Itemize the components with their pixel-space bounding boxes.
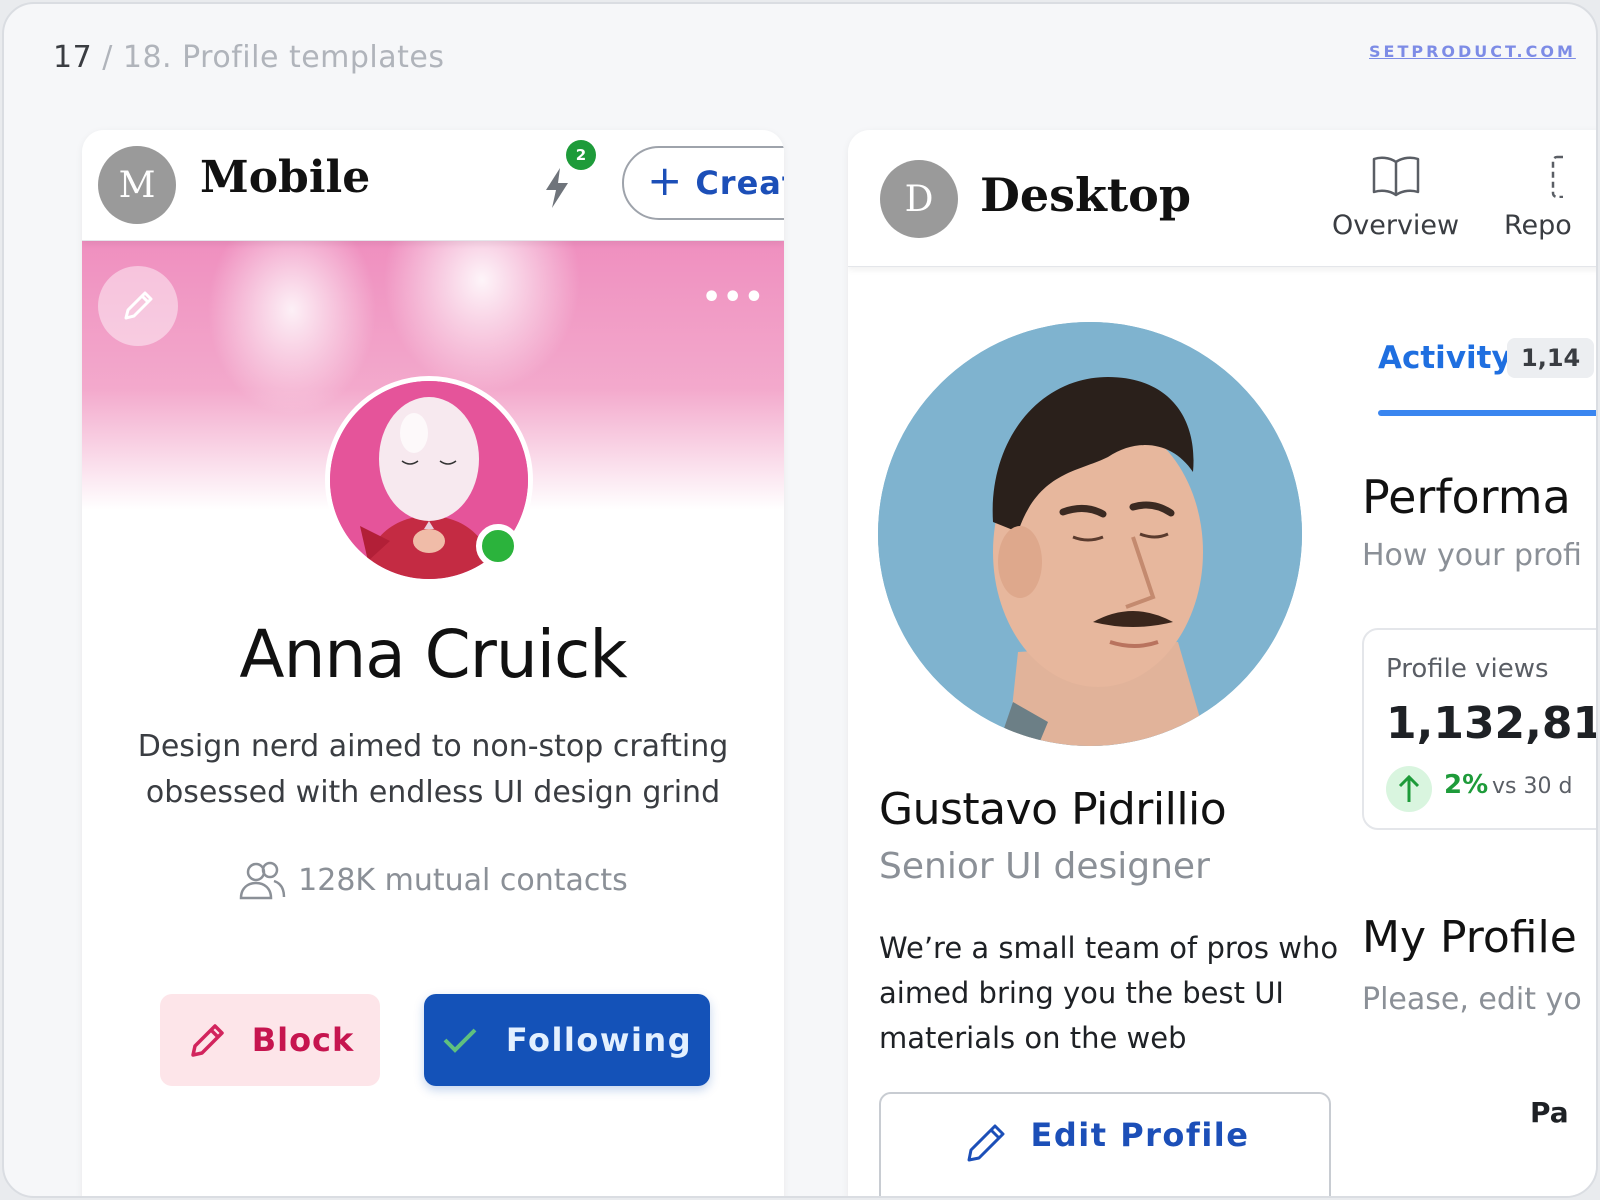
mobile-profile-card: M Mobile 2 + Create ••• xyxy=(82,130,784,1196)
lightning-icon[interactable] xyxy=(544,168,570,212)
more-options-icon[interactable]: ••• xyxy=(702,280,766,315)
breadcrumb-section: 18. Profile templates xyxy=(122,40,445,75)
profile-name: Anna Cruick xyxy=(239,616,627,693)
mobile-app-avatar[interactable]: M xyxy=(98,146,176,224)
desktop-app-avatar[interactable]: D xyxy=(880,160,958,238)
mutual-contacts: 128K mutual contacts xyxy=(82,860,784,900)
my-profile-title: My Profile xyxy=(1362,912,1577,963)
mutual-contacts-label: 128K mutual contacts xyxy=(298,862,628,898)
profile-bio: We’re a small team of pros who aimed bri… xyxy=(879,931,1339,1055)
edit-profile-label: Edit Profile xyxy=(1030,1116,1250,1154)
block-button[interactable]: Block xyxy=(160,994,380,1086)
site-link[interactable]: SETPRODUCT.COM xyxy=(1369,42,1576,61)
pencil-icon xyxy=(190,1024,224,1057)
performance-title: Performa xyxy=(1362,470,1571,524)
template-frame: 17 / 18. Profile templates SETPRODUCT.CO… xyxy=(2,2,1598,1198)
nav-reports-label: Repo xyxy=(1504,210,1572,241)
check-icon xyxy=(443,1028,477,1053)
mobile-header: M Mobile 2 + Create xyxy=(82,130,784,241)
pencil-icon xyxy=(967,1124,1005,1162)
desktop-title: Desktop xyxy=(980,168,1192,222)
profile-photo xyxy=(878,322,1302,746)
my-profile-subtitle: Please, edit yo xyxy=(1362,982,1582,1017)
notification-badge: 2 xyxy=(566,140,596,170)
stat-comparison: vs 30 d xyxy=(1492,774,1573,799)
book-icon xyxy=(1372,156,1419,197)
arrow-up-icon xyxy=(1386,766,1432,812)
field-label: Pa xyxy=(1530,1096,1569,1129)
profile-views-card: Profile views 1,132,818 2% vs 30 d xyxy=(1362,628,1596,830)
profile-role: Senior UI designer xyxy=(879,846,1210,887)
desktop-profile-card: D Desktop Overview Repo Gustavo Pidrilli… xyxy=(848,130,1596,1196)
tab-activity[interactable]: Activity xyxy=(1378,340,1512,376)
clipboard-icon xyxy=(1551,155,1563,198)
breadcrumb-page-number: 17 xyxy=(53,40,93,75)
create-button[interactable]: + Create xyxy=(622,146,784,220)
plus-icon: + xyxy=(647,156,684,205)
stat-label: Profile views xyxy=(1386,654,1549,684)
online-status-indicator xyxy=(476,524,520,568)
profile-bio: Design nerd aimed to non-stop crafting o… xyxy=(137,729,729,810)
stat-value: 1,132,818 xyxy=(1386,698,1596,749)
users-icon xyxy=(239,861,286,900)
breadcrumb: 17 / 18. Profile templates xyxy=(53,40,445,75)
edit-cover-button[interactable] xyxy=(98,266,178,346)
tab-activity-count: 1,14 xyxy=(1507,338,1595,378)
pencil-icon xyxy=(124,291,153,320)
block-button-label: Block xyxy=(251,1021,355,1059)
breadcrumb-separator: / xyxy=(92,40,123,75)
nav-item-reports[interactable]: Repo xyxy=(1504,154,1572,241)
desktop-header: D Desktop Overview Repo xyxy=(848,130,1596,267)
edit-profile-button[interactable]: Edit Profile xyxy=(879,1092,1331,1196)
active-tab-indicator xyxy=(1378,410,1596,416)
nav-item-overview[interactable]: Overview xyxy=(1332,154,1459,241)
nav-overview-label: Overview xyxy=(1332,210,1460,241)
mobile-title: Mobile xyxy=(200,152,371,203)
profile-name: Gustavo Pidrillio xyxy=(879,784,1227,835)
create-button-label: Create xyxy=(695,164,784,202)
following-button-label: Following xyxy=(505,1021,693,1059)
performance-subtitle: How your profi xyxy=(1362,538,1582,573)
stat-change: 2% xyxy=(1444,770,1489,800)
following-button[interactable]: Following xyxy=(424,994,710,1086)
